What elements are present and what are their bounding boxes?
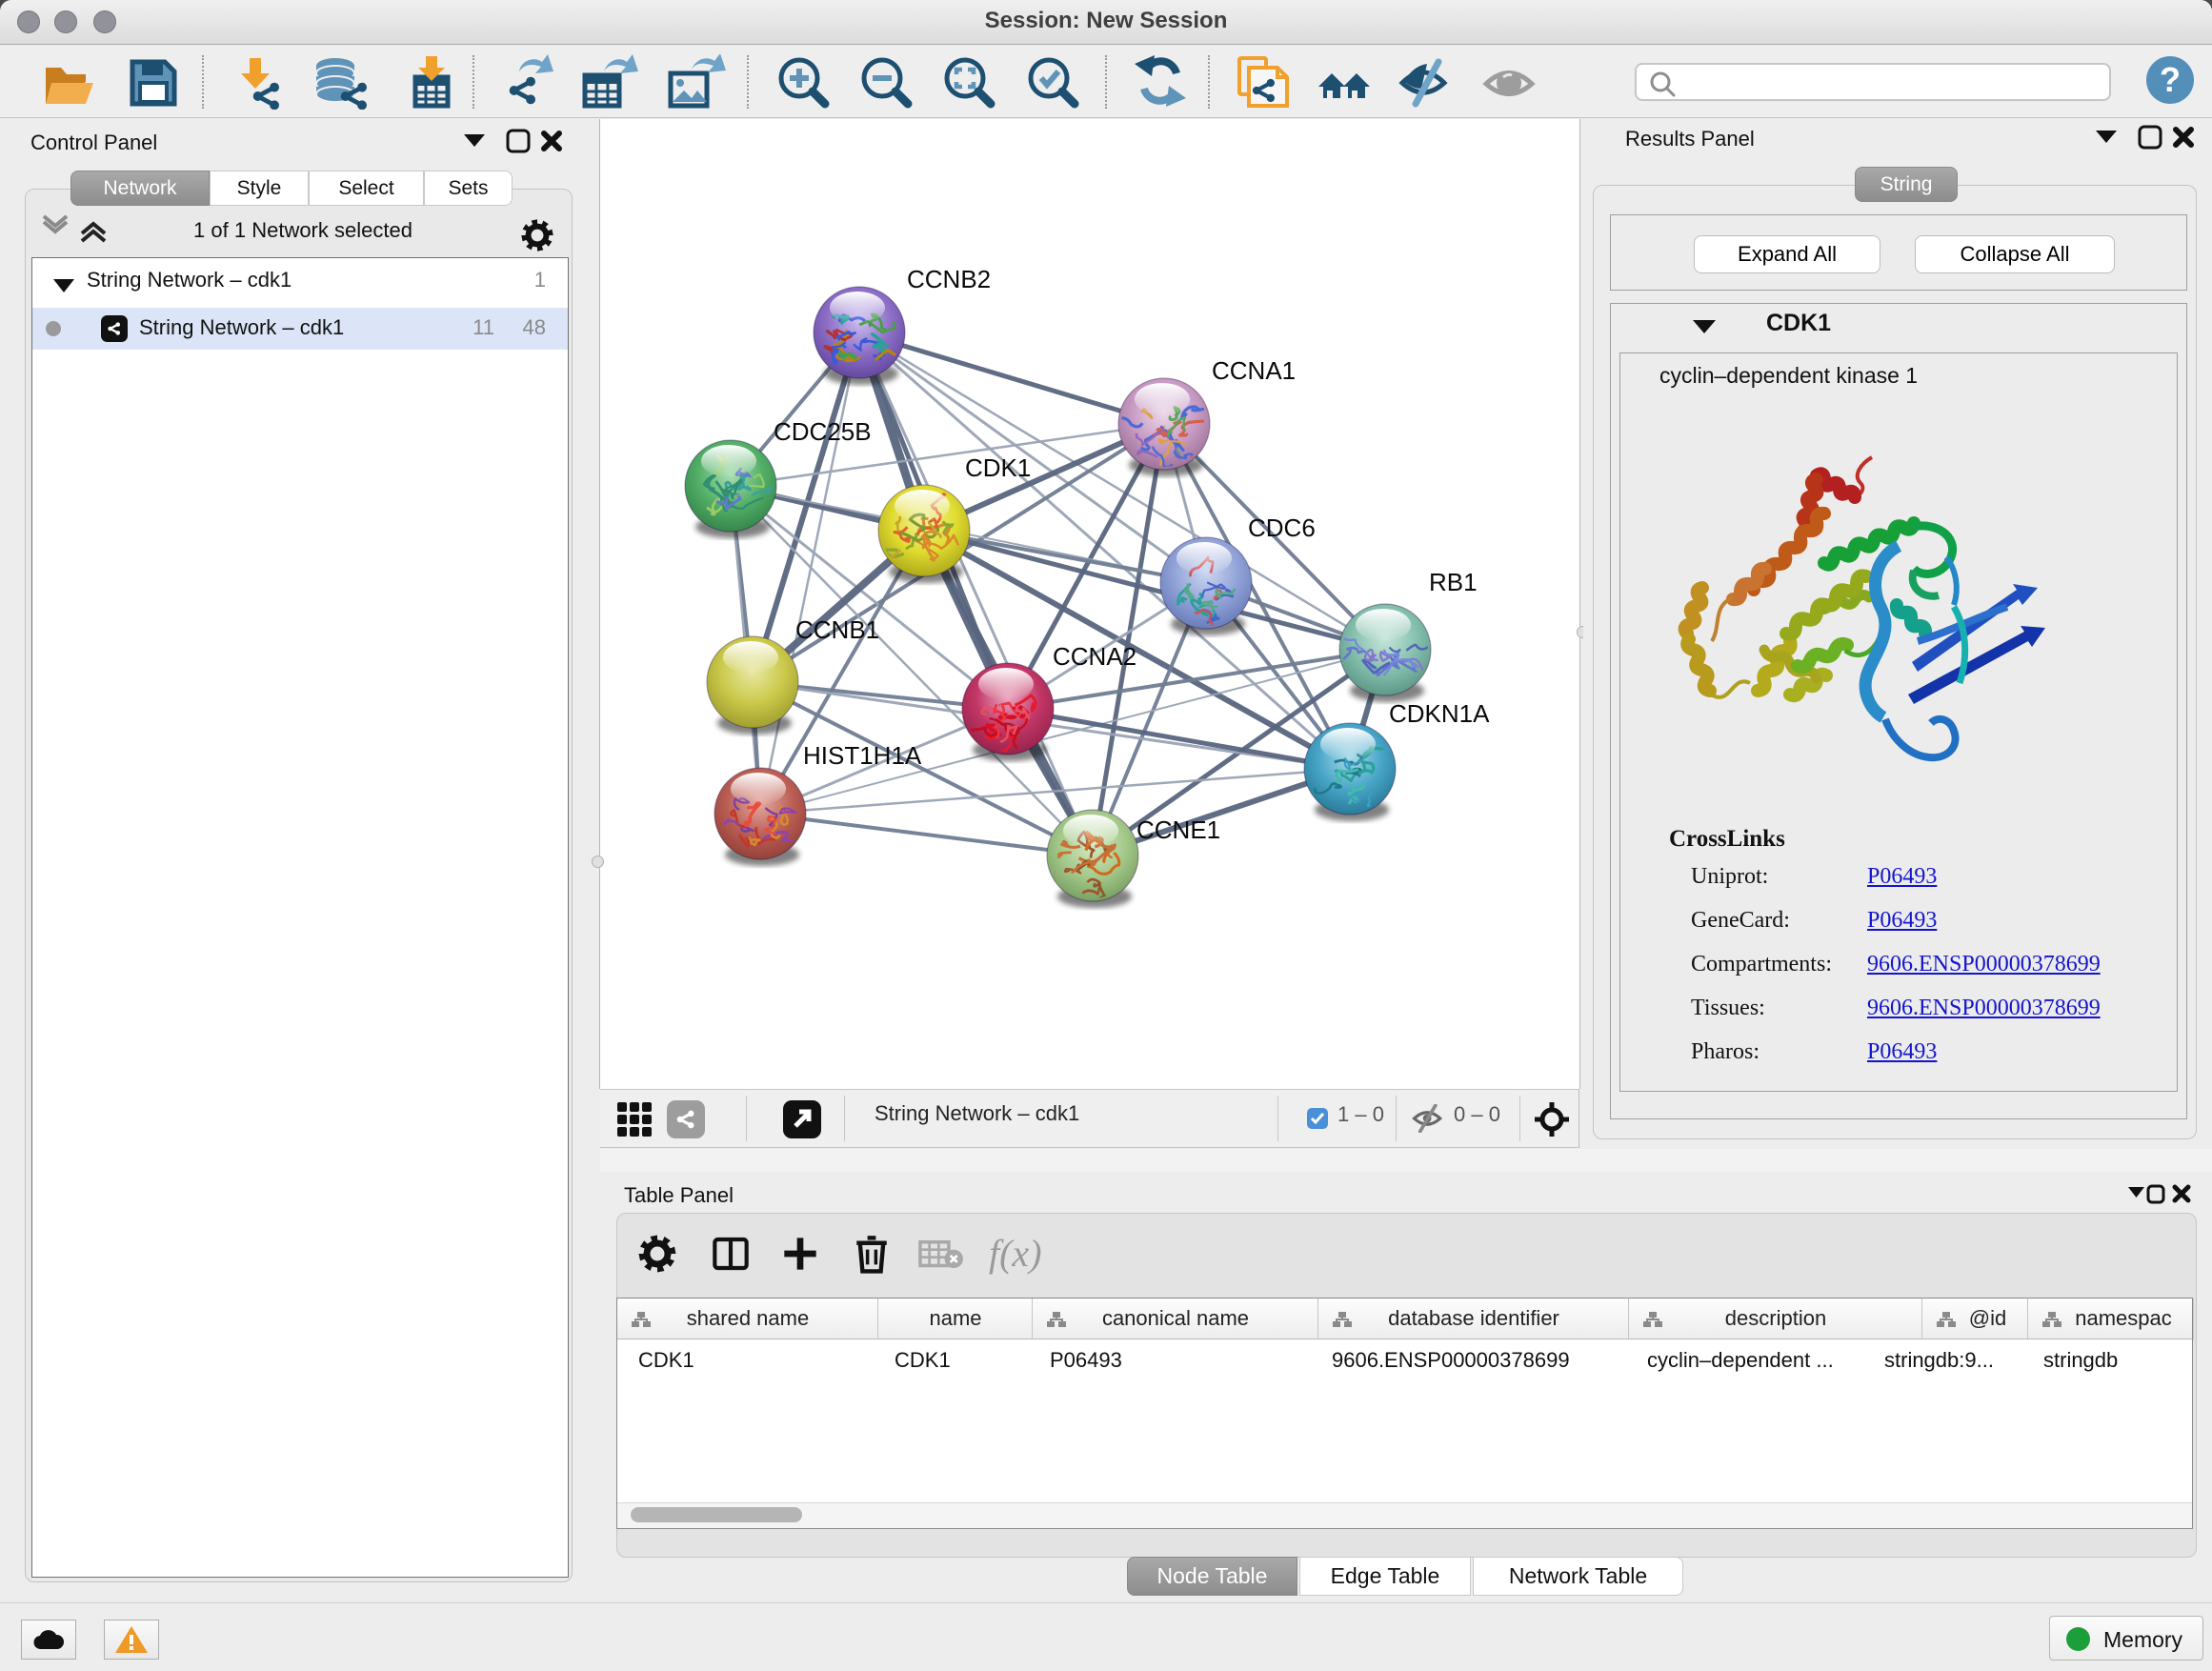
svg-text:CCNB1: CCNB1 — [795, 615, 879, 644]
svg-text:CCNA1: CCNA1 — [1212, 356, 1296, 385]
svg-text:CCNA2: CCNA2 — [1053, 642, 1136, 671]
svg-text:CDK1: CDK1 — [965, 453, 1031, 482]
svg-text:RB1: RB1 — [1429, 568, 1478, 596]
svg-text:?: ? — [2160, 60, 2181, 99]
svg-text:CDKN1A: CDKN1A — [1389, 699, 1490, 728]
svg-text:CDC25B: CDC25B — [774, 417, 872, 446]
svg-text:CCNE1: CCNE1 — [1136, 815, 1220, 844]
svg-text:CDC6: CDC6 — [1248, 513, 1316, 542]
svg-text:HIST1H1A: HIST1H1A — [803, 741, 922, 770]
svg-text:CCNB2: CCNB2 — [907, 265, 991, 293]
